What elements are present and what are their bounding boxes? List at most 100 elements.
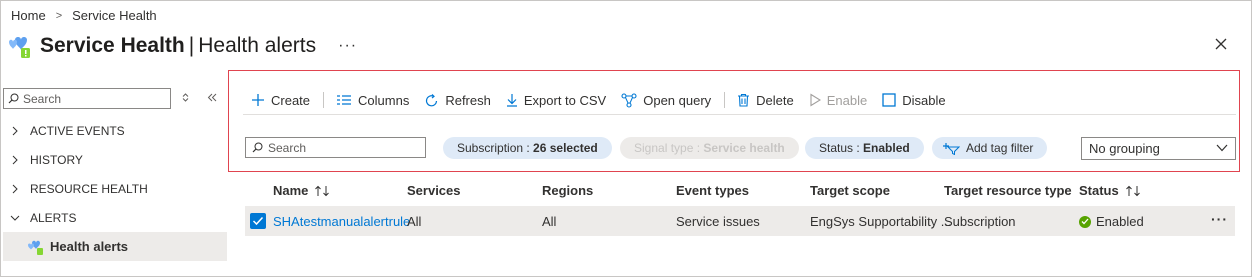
sidebar-item-label: ACTIVE EVENTS [30, 123, 125, 138]
sidebar-search-input[interactable]: Search [3, 88, 171, 109]
command-and-filter-panel: Create Columns Refresh Export to CSV Ope… [228, 70, 1240, 172]
refresh-icon [426, 93, 438, 106]
sort-icon [315, 185, 330, 196]
add-tag-filter-label: Add tag filter [966, 141, 1034, 155]
title-separator: | [188, 34, 195, 57]
cell-services: All [407, 214, 422, 229]
grouping-dropdown[interactable]: No grouping [1081, 137, 1236, 160]
sidebar-item-alerts[interactable]: ALERTS [3, 203, 227, 232]
row-more-options-button[interactable]: ··· [1211, 211, 1228, 227]
close-icon[interactable] [1213, 36, 1229, 52]
column-header-label: Name [273, 183, 309, 198]
sidebar-nav: ACTIVE EVENTS HISTORY RESOURCE HEALTH AL… [3, 116, 227, 261]
column-header-event-types[interactable]: Event types [676, 183, 749, 198]
stop-icon [882, 93, 896, 107]
query-icon [621, 92, 637, 108]
plus-icon [252, 94, 264, 106]
add-filter-icon [943, 142, 960, 155]
toolbar-divider [724, 92, 726, 108]
status-filter-pill[interactable]: Status : Enabled [805, 137, 924, 159]
delete-label: Delete [756, 92, 794, 108]
disable-label: Disable [902, 92, 946, 108]
status-filter-label: Status : [819, 141, 860, 155]
subscription-filter-pill[interactable]: Subscription : 26 selected [443, 137, 612, 159]
column-header-target-resource-type[interactable]: Target resource type [944, 183, 1072, 198]
refresh-label: Refresh [445, 92, 491, 108]
sidebar-item-active-events[interactable]: ACTIVE EVENTS [3, 116, 227, 145]
grouping-value: No grouping [1089, 141, 1160, 156]
toolbar-divider [323, 92, 325, 108]
export-csv-button[interactable]: Export to CSV [506, 93, 606, 108]
table-row[interactable]: SHAtestmanualalertrule All All Service i… [245, 206, 1235, 236]
sort-toggle-icon[interactable] [181, 93, 190, 102]
breadcrumb-separator: > [55, 9, 63, 22]
signal-type-filter-value: Service health [703, 141, 785, 155]
more-options-button[interactable]: ··· [338, 37, 357, 55]
column-header-label: Event types [676, 183, 749, 198]
signal-type-filter-pill: Signal type : Service health [620, 137, 799, 159]
columns-button[interactable]: Columns [336, 93, 409, 108]
create-button[interactable]: Create [251, 93, 310, 108]
refresh-button[interactable]: Refresh [424, 93, 491, 108]
page-title-sub: Health alerts [198, 34, 317, 57]
breadcrumb-service-health[interactable]: Service Health [72, 8, 157, 23]
breadcrumb-home[interactable]: Home [11, 8, 46, 23]
column-header-label: Services [407, 183, 461, 198]
signal-type-filter-label: Signal type : [634, 141, 701, 155]
toolbar-divider-line [243, 114, 1236, 115]
toolbar: Create Columns Refresh Export to CSV Ope… [251, 90, 961, 110]
download-icon [506, 94, 517, 107]
subscription-filter-label: Subscription : [457, 141, 530, 155]
open-query-label: Open query [643, 92, 712, 108]
page-header: Service Health | Health alerts ··· [6, 32, 357, 60]
chevron-right-icon [12, 126, 18, 135]
sidebar-item-history[interactable]: HISTORY [3, 145, 227, 174]
sidebar-item-label: Health alerts [50, 239, 129, 254]
chevron-down-icon [1216, 144, 1228, 152]
enable-label: Enable [826, 92, 868, 108]
cell-target-scope: EngSys Supportability ... [810, 214, 952, 229]
sidebar-item-label: ALERTS [30, 210, 77, 225]
status-filter-value: Enabled [863, 141, 910, 155]
column-header-label: Target scope [810, 183, 890, 198]
column-header-label: Target resource type [944, 183, 1072, 198]
collapse-sidebar-icon[interactable] [207, 93, 217, 102]
sidebar-search-placeholder: Search [23, 91, 62, 106]
sidebar-item-resource-health[interactable]: RESOURCE HEALTH [3, 174, 227, 203]
create-label: Create [271, 92, 311, 108]
sidebar-item-label: RESOURCE HEALTH [30, 181, 148, 196]
filter-search-placeholder: Search [268, 140, 307, 155]
row-checkbox[interactable] [250, 213, 266, 229]
service-health-icon [9, 37, 30, 58]
check-circle-icon [1079, 215, 1091, 228]
alert-rule-name-link[interactable]: SHAtestmanualalertrule [273, 214, 410, 229]
column-header-target-scope[interactable]: Target scope [810, 183, 890, 198]
health-alert-icon [28, 240, 43, 255]
trash-icon [738, 93, 750, 107]
column-header-name[interactable]: Name [273, 183, 330, 198]
add-tag-filter-button[interactable]: Add tag filter [932, 137, 1048, 159]
status-label: Enabled [1096, 214, 1144, 229]
columns-icon [337, 95, 352, 105]
cell-regions: All [542, 214, 557, 229]
breadcrumb: Home > Service Health [11, 8, 157, 23]
cell-event-types: Service issues [676, 214, 760, 229]
column-header-regions[interactable]: Regions [542, 183, 593, 198]
page-title: Service Health | Health alerts [40, 34, 316, 58]
disable-button[interactable]: Disable [882, 92, 946, 108]
search-icon [8, 93, 19, 104]
open-query-button[interactable]: Open query [621, 93, 711, 108]
column-header-status[interactable]: Status [1079, 183, 1141, 198]
filter-search-input[interactable]: Search [245, 137, 426, 158]
chevron-down-icon [10, 215, 20, 221]
sidebar-item-health-alerts[interactable]: Health alerts [3, 232, 227, 261]
column-header-services[interactable]: Services [407, 183, 461, 198]
delete-button[interactable]: Delete [737, 93, 794, 108]
sort-icon [1125, 185, 1140, 196]
column-header-label: Status [1079, 183, 1119, 198]
cell-status: Enabled [1079, 214, 1144, 229]
chevron-right-icon [12, 184, 18, 193]
enable-button[interactable]: Enable [809, 93, 867, 108]
column-header-label: Regions [542, 183, 594, 198]
subscription-filter-value: 26 selected [533, 141, 598, 155]
